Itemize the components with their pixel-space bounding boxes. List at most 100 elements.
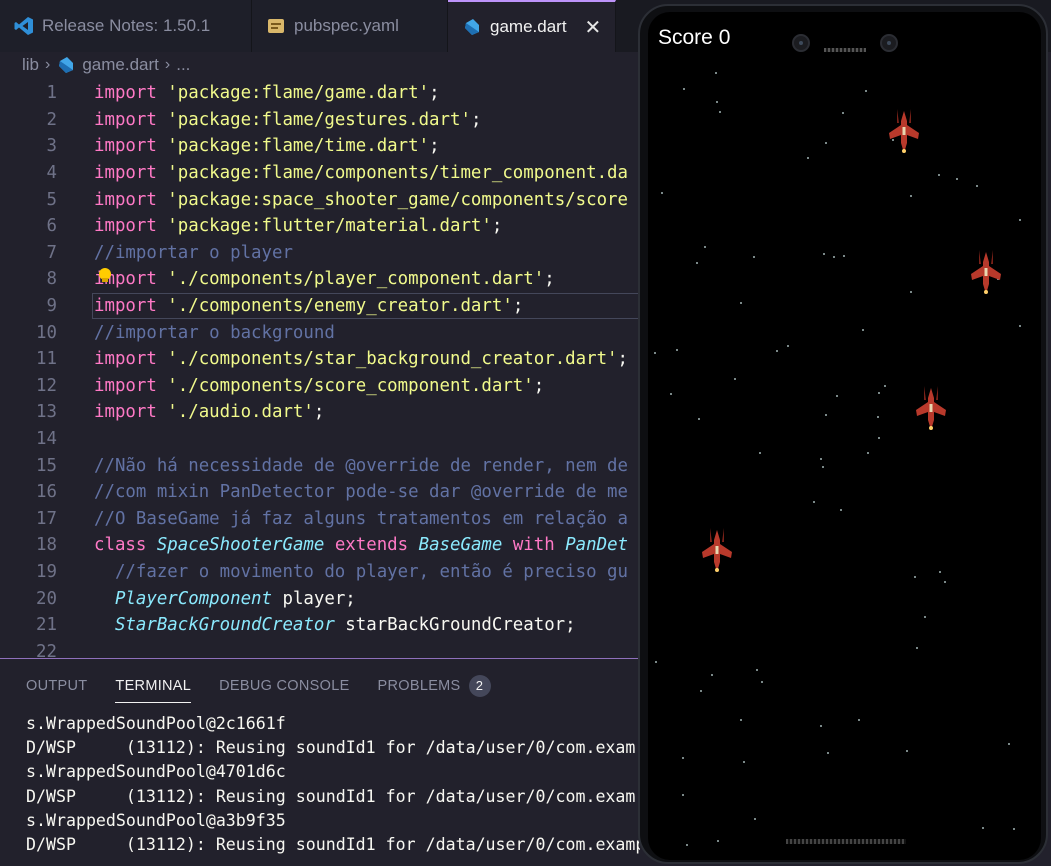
star	[717, 840, 719, 842]
tab-problems[interactable]: PROBLEMS 2	[378, 669, 491, 703]
star	[753, 256, 755, 258]
code-line[interactable]: 10 //importar o background	[0, 319, 640, 346]
code-line[interactable]: 11 import './components/star_background_c…	[0, 346, 640, 373]
code-line[interactable]: 4 import 'package:flame/components/timer_…	[0, 160, 640, 187]
star	[704, 246, 706, 248]
star	[820, 458, 822, 460]
star	[823, 253, 825, 255]
code-line[interactable]: 1 import 'package:flame/game.dart';	[0, 80, 640, 107]
code-line[interactable]: 12 import './components/score_component.d…	[0, 373, 640, 400]
code-token: ;	[533, 375, 545, 396]
code-text: //importar o player	[94, 243, 293, 263]
star	[827, 752, 829, 754]
line-number: 1	[46, 83, 57, 104]
code-token: class	[94, 535, 157, 556]
star	[822, 466, 824, 468]
star	[910, 195, 912, 197]
star	[676, 349, 678, 351]
code-line[interactable]: 14	[0, 426, 640, 453]
code-line[interactable]: 15 //Não há necessidade de @override de r…	[0, 452, 640, 479]
tab-release-notes[interactable]: Release Notes: 1.50.1	[0, 0, 252, 52]
code-line[interactable]: 2 import 'package:flame/gestures.dart';	[0, 107, 640, 134]
star	[862, 329, 864, 331]
code-line[interactable]: 9 import './components/enemy_creator.dart…	[0, 293, 640, 320]
line-number: 5	[46, 189, 57, 210]
problems-count-badge: 2	[468, 675, 491, 697]
code-line[interactable]: 20 PlayerComponent player;	[0, 585, 640, 612]
tab-label: pubspec.yaml	[294, 16, 399, 35]
star	[944, 581, 946, 583]
code-line[interactable]: 19 //fazer o movimento do player, então …	[0, 559, 640, 586]
tab-output[interactable]: OUTPUT	[26, 669, 87, 703]
star	[787, 345, 789, 347]
star	[719, 111, 721, 113]
code-token: ;	[470, 109, 482, 130]
code-token: import	[94, 216, 168, 237]
code-token: 'package:flame/game.dart'	[167, 83, 430, 104]
terminal-output[interactable]: s.WrappedSoundPool@2c1661f D/WSP (13112):…	[26, 714, 640, 866]
game-screen[interactable]: Score 0	[648, 12, 1041, 860]
code-text: import 'package:flame/gestures.dart';	[94, 110, 481, 130]
tab-label: PROBLEMS	[377, 678, 461, 694]
code-line[interactable]: 6 import 'package:flutter/material.dart';	[0, 213, 640, 240]
sensor-icon	[880, 34, 898, 52]
code-line[interactable]: 8 import './components/player_component.d…	[0, 266, 640, 293]
code-token: import	[94, 349, 168, 370]
code-token: StarBackGroundCreator	[94, 615, 346, 636]
code-token: import	[94, 189, 168, 210]
tab-game-dart[interactable]: game.dart ✕	[448, 0, 616, 52]
code-line[interactable]: 16 //com mixin PanDetector pode-se dar @o…	[0, 479, 640, 506]
code-line[interactable]: 17 //O BaseGame já faz alguns tratamentos…	[0, 506, 640, 533]
star	[655, 661, 657, 663]
star	[914, 576, 916, 578]
code-text: class SpaceShooterGame extends BaseGame …	[94, 535, 628, 555]
tab-label: game.dart	[490, 17, 567, 36]
code-token: ;	[429, 83, 440, 104]
score-label: Score 0	[658, 26, 731, 49]
line-number: 14	[36, 429, 57, 450]
earpiece-speaker	[824, 48, 866, 52]
lightbulb-icon[interactable]	[99, 268, 111, 282]
breadcrumb-file[interactable]: game.dart	[82, 55, 159, 75]
breadcrumb-more[interactable]: ...	[176, 55, 190, 75]
code-text: import './audio.dart';	[94, 402, 324, 422]
code-token: './audio.dart'	[167, 402, 314, 423]
star	[884, 385, 886, 387]
close-icon[interactable]: ✕	[585, 15, 602, 40]
code-line[interactable]: 5 import 'package:space_shooter_game/comp…	[0, 186, 640, 213]
terminal-line: s.WrappedSoundPool@4701d6c	[26, 762, 286, 782]
code-text: import 'package:flame/components/timer_c…	[94, 163, 628, 183]
star	[700, 690, 702, 692]
code-token: import	[94, 136, 168, 157]
code-token: //O BaseGame já faz alguns tratamentos e…	[94, 508, 628, 529]
line-number: 8	[46, 269, 57, 290]
code-line[interactable]: 21 StarBackGroundCreator starBackGroundC…	[0, 612, 640, 639]
code-token: SpaceShooterGame	[156, 535, 335, 556]
tab-pubspec[interactable]: pubspec.yaml	[252, 0, 448, 52]
code-line[interactable]: 22	[0, 639, 640, 658]
star	[740, 302, 742, 304]
code-text: import 'package:space_shooter_game/compo…	[94, 190, 628, 210]
enemy-ship	[702, 528, 732, 572]
star	[877, 416, 879, 418]
panel-divider	[0, 658, 640, 659]
breadcrumb-folder[interactable]: lib	[22, 55, 39, 75]
code-text: PlayerComponent player;	[94, 589, 356, 609]
star	[1013, 828, 1015, 830]
tab-debug-console[interactable]: DEBUG CONSOLE	[219, 669, 349, 703]
code-text: //com mixin PanDetector pode-se dar @ove…	[94, 482, 628, 502]
yaml-file-icon	[268, 19, 284, 33]
code-line[interactable]: 3 import 'package:flame/time.dart';	[0, 133, 640, 160]
enemy-ship	[889, 109, 919, 153]
code-line[interactable]: 7 //importar o player	[0, 240, 640, 267]
code-line[interactable]: 18 class SpaceShooterGame extends BaseGam…	[0, 532, 640, 559]
code-token: //fazer o movimento do player, então é p…	[94, 562, 628, 583]
line-number: 6	[46, 216, 57, 237]
code-line[interactable]: 13 import './audio.dart';	[0, 399, 640, 426]
code-editor[interactable]: 1 import 'package:flame/game.dart'; 2 impor…	[0, 80, 640, 658]
star	[711, 674, 713, 676]
star	[865, 90, 867, 92]
tab-terminal[interactable]: TERMINAL	[115, 669, 191, 703]
code-text: //fazer o movimento do player, então é p…	[94, 562, 628, 582]
line-number: 9	[46, 296, 57, 317]
